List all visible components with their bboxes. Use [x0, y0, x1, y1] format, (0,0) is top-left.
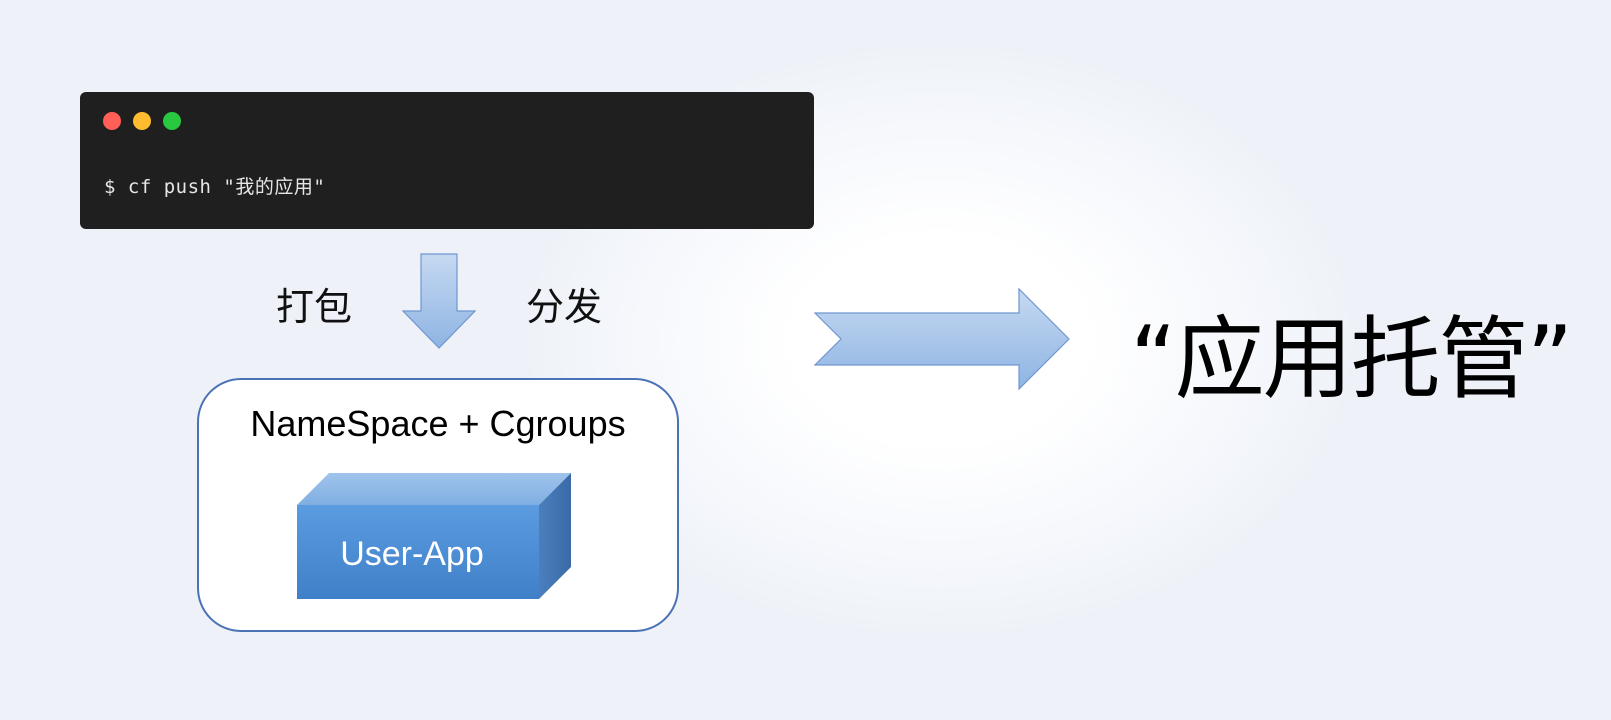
- close-dot-icon: [103, 112, 121, 130]
- managed-title: “应用托管”: [1130, 307, 1573, 412]
- container-title: NameSpace + Cgroups: [250, 403, 626, 444]
- maximize-dot-icon: [163, 112, 181, 130]
- pack-label: 打包: [276, 285, 353, 329]
- terminal-command: $ cf push "我的应用": [104, 176, 326, 198]
- user-app-cube: User-App: [297, 473, 571, 599]
- down-arrow-icon: [402, 253, 476, 349]
- right-arrow-icon: [814, 288, 1070, 390]
- slide: $ cf push "我的应用" 打包 分发 NameSpace + Cgrou…: [0, 0, 1611, 720]
- container-box: NameSpace + Cgroups User-App: [197, 378, 679, 632]
- user-app-label: User-App: [340, 535, 484, 573]
- distribute-label: 分发: [526, 285, 603, 329]
- minimize-dot-icon: [133, 112, 151, 130]
- cube-top-face: [297, 473, 571, 505]
- terminal-window: $ cf push "我的应用": [80, 92, 814, 229]
